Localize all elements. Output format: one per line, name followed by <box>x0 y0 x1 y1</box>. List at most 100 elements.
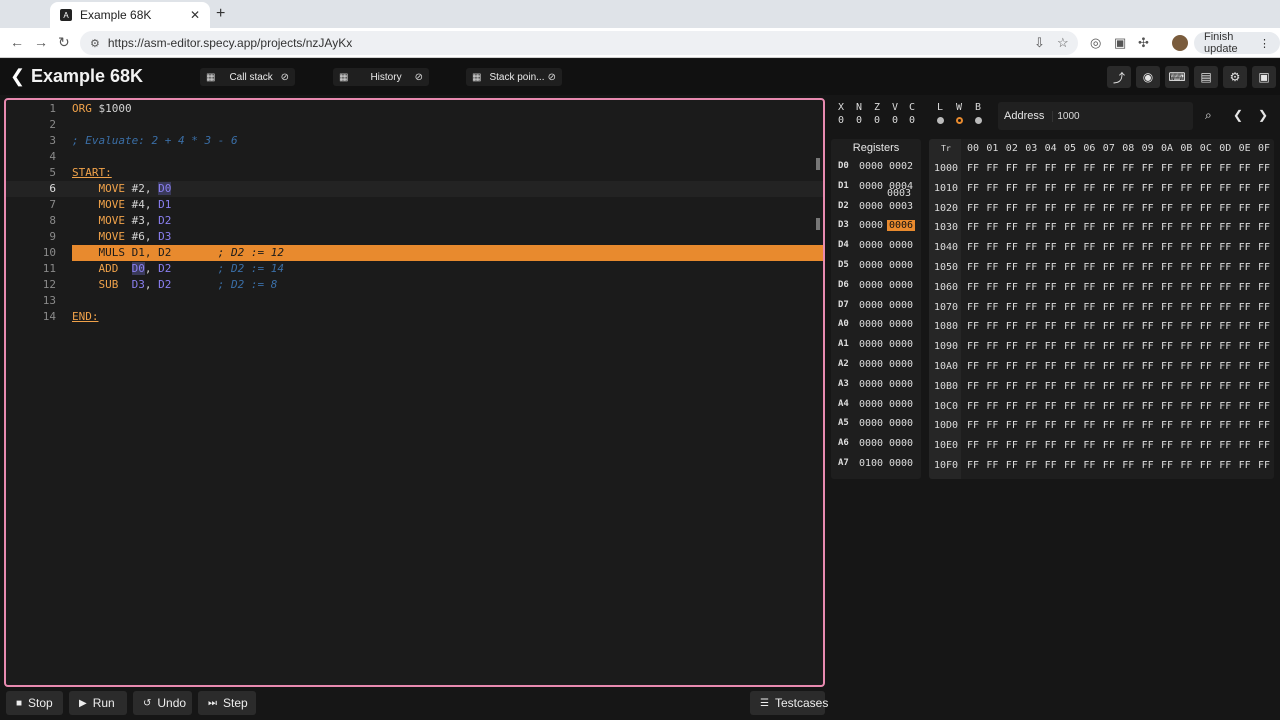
back-arrow-icon[interactable]: ← <box>10 34 24 50</box>
memory-cell[interactable]: FF <box>967 420 979 431</box>
memory-cell[interactable]: FF <box>1219 460 1231 471</box>
memory-cell[interactable]: FF <box>1239 440 1251 451</box>
memory-cell[interactable]: FF <box>1161 401 1173 412</box>
memory-cell[interactable]: FF <box>1142 381 1154 392</box>
memory-cell[interactable]: FF <box>1006 222 1018 233</box>
memory-cell[interactable]: FF <box>1083 341 1095 352</box>
memory-cell[interactable]: FF <box>1103 440 1115 451</box>
memory-cell[interactable]: FF <box>1122 222 1134 233</box>
memory-cell[interactable]: FF <box>986 262 998 273</box>
code-line[interactable]: 1 ORG $1000 <box>6 101 823 117</box>
memory-cell[interactable]: FF <box>1025 302 1037 313</box>
memory-cell[interactable]: FF <box>1258 381 1270 392</box>
memory-cell[interactable]: FF <box>1258 321 1270 332</box>
memory-cell[interactable]: FF <box>986 183 998 194</box>
memory-cell[interactable]: FF <box>1006 163 1018 174</box>
memory-cell[interactable]: FF <box>1025 341 1037 352</box>
memory-cell[interactable]: FF <box>1122 282 1134 293</box>
memory-cell[interactable]: FF <box>1122 203 1134 214</box>
memory-cell[interactable]: FF <box>1161 163 1173 174</box>
size-option-w[interactable]: W <box>952 102 966 124</box>
memory-cell[interactable]: FF <box>1064 460 1076 471</box>
memory-cell[interactable]: FF <box>1083 401 1095 412</box>
share-icon[interactable]: ⤴ <box>1107 66 1131 88</box>
chevron-left-icon[interactable]: ❮ <box>1233 108 1243 122</box>
memory-cell[interactable]: FF <box>1258 361 1270 372</box>
memory-cell[interactable]: FF <box>1180 203 1192 214</box>
memory-cell[interactable]: FF <box>1103 381 1115 392</box>
address-field[interactable]: Address 1000 <box>998 102 1193 130</box>
chevron-right-icon[interactable]: ❯ <box>1258 108 1268 122</box>
reload-icon[interactable]: ↻ <box>58 34 70 51</box>
memory-cell[interactable]: FF <box>986 163 998 174</box>
memory-cell[interactable]: FF <box>1258 460 1270 471</box>
memory-cell[interactable]: FF <box>1219 420 1231 431</box>
memory-cell[interactable]: FF <box>1122 420 1134 431</box>
memory-cell[interactable]: FF <box>1161 460 1173 471</box>
testcases-button[interactable]: ☰ Testcases <box>750 691 828 715</box>
memory-cell[interactable]: FF <box>1064 420 1076 431</box>
memory-cell[interactable]: FF <box>1180 361 1192 372</box>
memory-cell[interactable]: FF <box>1219 203 1231 214</box>
memory-cell[interactable]: FF <box>1064 401 1076 412</box>
memory-cell[interactable]: FF <box>986 401 998 412</box>
memory-cell[interactable]: FF <box>1161 282 1173 293</box>
memory-cell[interactable]: FF <box>967 163 979 174</box>
memory-cell[interactable]: FF <box>1103 302 1115 313</box>
memory-cell[interactable]: FF <box>967 222 979 233</box>
memory-cell[interactable]: FF <box>1258 222 1270 233</box>
memory-cell[interactable]: FF <box>986 381 998 392</box>
memory-cell[interactable]: FF <box>1219 222 1231 233</box>
memory-cell[interactable]: FF <box>1219 262 1231 273</box>
memory-cell[interactable]: FF <box>1083 262 1095 273</box>
keyboard-icon[interactable]: ⌨ <box>1165 66 1189 88</box>
memory-cell[interactable]: FF <box>1122 183 1134 194</box>
memory-cell[interactable]: FF <box>1142 203 1154 214</box>
memory-cell[interactable]: FF <box>1219 361 1231 372</box>
memory-cell[interactable]: FF <box>1161 440 1173 451</box>
memory-cell[interactable]: FF <box>1006 203 1018 214</box>
close-tab-icon[interactable]: ✕ <box>190 8 200 22</box>
browser-tab[interactable]: A Example 68K ✕ <box>50 2 210 28</box>
memory-cell[interactable]: FF <box>1045 460 1057 471</box>
memory-cell[interactable]: FF <box>1142 163 1154 174</box>
memory-cell[interactable]: FF <box>1258 183 1270 194</box>
memory-cell[interactable]: FF <box>1161 203 1173 214</box>
memory-cell[interactable]: FF <box>1083 321 1095 332</box>
memory-cell[interactable]: FF <box>1064 222 1076 233</box>
code-line[interactable]: 3 ; Evaluate: 2 + 4 * 3 - 6 <box>6 133 823 149</box>
memory-cell[interactable]: FF <box>1083 302 1095 313</box>
memory-cell[interactable]: FF <box>1161 183 1173 194</box>
memory-cell[interactable]: FF <box>1180 262 1192 273</box>
memory-cell[interactable]: FF <box>1103 341 1115 352</box>
memory-cell[interactable]: FF <box>1025 321 1037 332</box>
memory-cell[interactable]: FF <box>1200 242 1212 253</box>
memory-cell[interactable]: FF <box>1122 321 1134 332</box>
memory-cell[interactable]: FF <box>1064 163 1076 174</box>
memory-cell[interactable]: FF <box>1064 321 1076 332</box>
memory-cell[interactable]: FF <box>967 361 979 372</box>
memory-cell[interactable]: FF <box>967 460 979 471</box>
memory-cell[interactable]: FF <box>1064 341 1076 352</box>
memory-cell[interactable]: FF <box>1200 381 1212 392</box>
memory-cell[interactable]: FF <box>1200 321 1212 332</box>
memory-cell[interactable]: FF <box>1045 321 1057 332</box>
memory-cell[interactable]: FF <box>1161 242 1173 253</box>
memory-cell[interactable]: FF <box>1122 381 1134 392</box>
memory-cell[interactable]: FF <box>1103 401 1115 412</box>
memory-cell[interactable]: FF <box>1025 222 1037 233</box>
memory-cell[interactable]: FF <box>1103 262 1115 273</box>
memory-cell[interactable]: FF <box>1025 420 1037 431</box>
code-line[interactable]: 11 ADD D0, D2 ; D2 := 14 <box>6 261 823 277</box>
memory-cell[interactable]: FF <box>1180 282 1192 293</box>
code-line[interactable]: 13 <box>6 293 823 309</box>
memory-cell[interactable]: FF <box>1103 222 1115 233</box>
memory-cell[interactable]: FF <box>1083 282 1095 293</box>
save-icon[interactable]: ▣ <box>1252 66 1276 88</box>
memory-cell[interactable]: FF <box>1239 203 1251 214</box>
code-editor[interactable]: 1 ORG $1000 2 3 ; Evaluate: 2 + 4 * 3 - 6 4 5 S… <box>4 98 825 687</box>
memory-cell[interactable]: FF <box>1122 242 1134 253</box>
memory-cell[interactable]: FF <box>1142 282 1154 293</box>
memory-cell[interactable]: FF <box>1161 341 1173 352</box>
memory-cell[interactable]: FF <box>1258 203 1270 214</box>
